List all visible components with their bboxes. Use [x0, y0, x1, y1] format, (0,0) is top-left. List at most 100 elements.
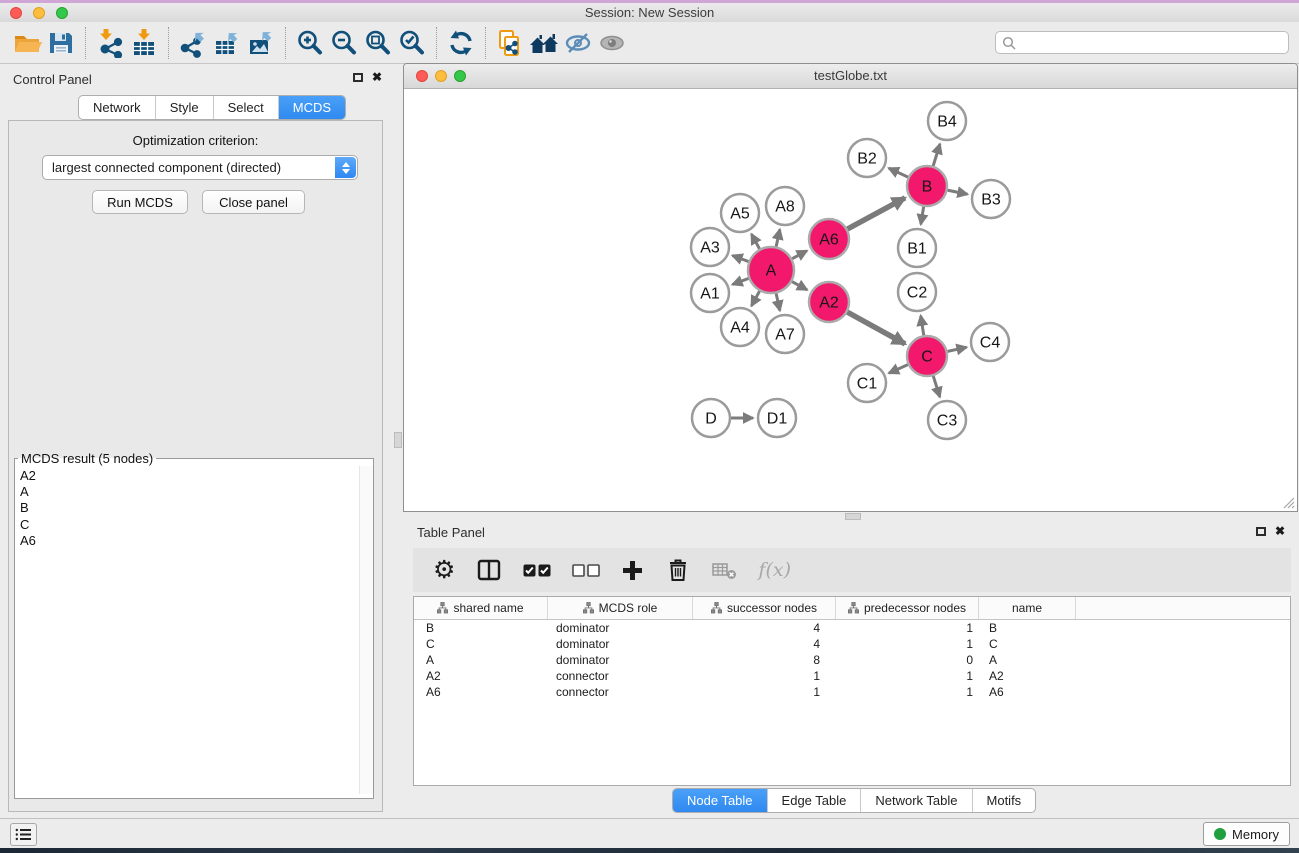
tab-mcds[interactable]: MCDS: [279, 96, 345, 119]
export-network-button[interactable]: [176, 24, 210, 62]
split-view-button[interactable]: [476, 557, 502, 583]
function-builder-button-disabled: f(x): [758, 559, 791, 581]
eye-off-button[interactable]: [561, 24, 595, 62]
graph-node-B2[interactable]: B2: [848, 139, 886, 177]
close-panel-icon[interactable]: ✖: [1275, 525, 1285, 537]
graph-node-B[interactable]: B: [907, 166, 947, 206]
add-column-button[interactable]: [621, 559, 644, 582]
column-header-mcds-role[interactable]: MCDS role: [548, 597, 693, 619]
svg-text:D1: D1: [767, 411, 788, 428]
search-input[interactable]: [1020, 34, 1288, 51]
graph-node-D1[interactable]: D1: [758, 399, 796, 437]
deselect-all-button[interactable]: [572, 564, 600, 577]
graph-node-A6[interactable]: A6: [809, 219, 849, 259]
svg-text:B: B: [922, 179, 933, 196]
mcds-result-item[interactable]: C: [20, 517, 359, 533]
table-row[interactable]: Adominator80A: [414, 652, 1290, 668]
open-folder-icon: [12, 28, 42, 58]
table-row[interactable]: Bdominator41B: [414, 620, 1290, 636]
graph-node-B1[interactable]: B1: [898, 229, 936, 267]
table-row[interactable]: A2connector11A2: [414, 668, 1290, 684]
control-panel-title: Control Panel: [13, 72, 92, 87]
open-file-button[interactable]: [10, 24, 44, 62]
duplicate-network-button[interactable]: [493, 24, 527, 62]
tab-edge-table[interactable]: Edge Table: [768, 789, 862, 812]
tab-style[interactable]: Style: [156, 96, 214, 119]
mcds-result-item[interactable]: A: [20, 484, 359, 500]
graph-node-C3[interactable]: C3: [928, 401, 966, 439]
svg-text:B2: B2: [857, 151, 877, 168]
column-header-successor-nodes[interactable]: successor nodes: [693, 597, 836, 619]
mcds-result-item[interactable]: A2: [20, 468, 359, 484]
float-panel-icon[interactable]: [353, 73, 363, 82]
zoom-out-button[interactable]: [327, 24, 361, 62]
zoom-fit-button[interactable]: [361, 24, 395, 62]
graph-node-B3[interactable]: B3: [972, 180, 1010, 218]
table-row[interactable]: Cdominator41C: [414, 636, 1290, 652]
task-history-button[interactable]: [10, 823, 37, 846]
column-header-name[interactable]: name: [979, 597, 1076, 619]
criterion-selected-value: largest connected component (directed): [43, 160, 334, 175]
run-mcds-button[interactable]: Run MCDS: [92, 190, 188, 214]
network-view-window: testGlobe.txt AA6A2BCA1A3A4A5A7A8B1B2B3B…: [403, 63, 1298, 512]
control-panel-window-buttons: ✖: [353, 71, 382, 83]
table-cell: 8: [693, 653, 836, 667]
optimization-criterion-select[interactable]: largest connected component (directed): [42, 155, 358, 180]
memory-button[interactable]: Memory: [1203, 822, 1290, 846]
graph-node-C1[interactable]: C1: [848, 364, 886, 402]
graph-node-C[interactable]: C: [907, 336, 947, 376]
graph-node-A[interactable]: A: [748, 247, 794, 293]
result-scrollbar[interactable]: [359, 466, 373, 794]
eye-button[interactable]: [595, 24, 629, 62]
column-header-predecessor-nodes[interactable]: predecessor nodes: [836, 597, 979, 619]
graph-node-A4[interactable]: A4: [721, 308, 759, 346]
resize-grip-icon[interactable]: [1281, 495, 1295, 509]
zoom-in-button[interactable]: [293, 24, 327, 62]
table-row[interactable]: A6connector11A6: [414, 684, 1290, 700]
import-table-button[interactable]: [127, 24, 161, 62]
graph-node-C4[interactable]: C4: [971, 323, 1009, 361]
close-panel-button[interactable]: Close panel: [202, 190, 305, 214]
graph-node-A1[interactable]: A1: [691, 274, 729, 312]
column-header-shared-name[interactable]: shared name: [414, 597, 548, 619]
graph-node-D[interactable]: D: [692, 399, 730, 437]
graph-node-C2[interactable]: C2: [898, 273, 936, 311]
trash-icon: [665, 557, 691, 583]
toolbar-separator: [485, 27, 486, 59]
save-session-button[interactable]: [44, 24, 78, 62]
import-network-button[interactable]: [93, 24, 127, 62]
tab-network[interactable]: Network: [79, 96, 156, 119]
zoom-selected-button[interactable]: [395, 24, 429, 62]
tab-node-table[interactable]: Node Table: [673, 789, 768, 812]
select-all-button[interactable]: [523, 564, 551, 577]
graph-node-A3[interactable]: A3: [691, 228, 729, 266]
tab-network-table[interactable]: Network Table: [861, 789, 972, 812]
graph-node-A8[interactable]: A8: [766, 187, 804, 225]
graph-node-A7[interactable]: A7: [766, 315, 804, 353]
plus-icon: [621, 559, 644, 582]
horizontal-split-handle[interactable]: [845, 513, 861, 520]
table-cell: A: [414, 653, 548, 667]
graph-node-B4[interactable]: B4: [928, 102, 966, 140]
toolbar-separator: [436, 27, 437, 59]
graph-node-A2[interactable]: A2: [809, 282, 849, 322]
tab-select[interactable]: Select: [214, 96, 279, 119]
table-cell: C: [979, 637, 1076, 651]
home-button[interactable]: [527, 24, 561, 62]
network-canvas[interactable]: A A6 A2 B C A1 A3 A4 A5 A7 A8 B1 B2 B3 B4 C1 C2 C3 C4 D D1: [404, 89, 1297, 511]
mcds-result-item[interactable]: A6: [20, 533, 359, 549]
float-panel-icon[interactable]: [1256, 527, 1266, 536]
export-image-button[interactable]: [244, 24, 278, 62]
close-panel-icon[interactable]: ✖: [372, 71, 382, 83]
search-box: [995, 31, 1289, 54]
refresh-button[interactable]: [444, 24, 478, 62]
table-settings-button[interactable]: ⚙: [433, 558, 455, 583]
delete-column-button[interactable]: [665, 557, 691, 583]
delete-table-button-disabled: [712, 559, 737, 581]
vertical-split-handle[interactable]: [394, 432, 402, 448]
svg-text:C1: C1: [857, 376, 878, 393]
graph-node-A5[interactable]: A5: [721, 194, 759, 232]
mcds-result-item[interactable]: B: [20, 500, 359, 516]
tab-motifs[interactable]: Motifs: [973, 789, 1036, 812]
export-table-button[interactable]: [210, 24, 244, 62]
